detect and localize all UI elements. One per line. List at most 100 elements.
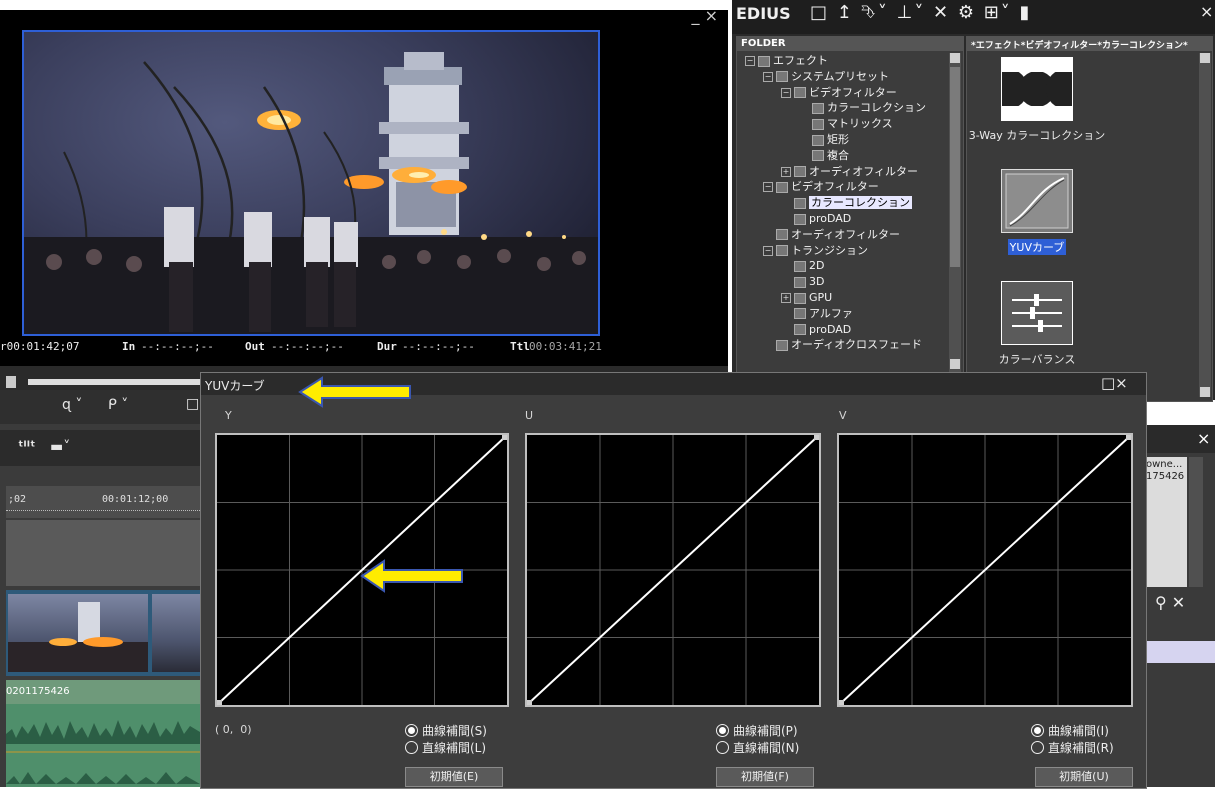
- scroll-down-icon[interactable]: [950, 359, 960, 369]
- side-list[interactable]: owne... 175426: [1145, 457, 1187, 587]
- curve-graph-u[interactable]: [525, 433, 821, 707]
- effects-scrollbar[interactable]: [1199, 53, 1211, 397]
- tree-item-label: エフェクト: [773, 54, 828, 67]
- tree-item[interactable]: オーディオフィルター: [763, 227, 900, 243]
- u-reset-button[interactable]: 初期値(F): [716, 767, 814, 787]
- scroll-down-icon[interactable]: [1200, 387, 1210, 397]
- scroll-thumb[interactable]: [950, 67, 960, 267]
- curve-icon: [1001, 169, 1073, 233]
- tree-item[interactable]: + GPU: [781, 290, 832, 306]
- tree-item[interactable]: アルファ: [781, 306, 853, 322]
- collapse-icon[interactable]: −: [763, 71, 773, 82]
- effect-3way[interactable]: 3-Way カラーコレクション: [967, 57, 1107, 143]
- folder-icon: [794, 87, 806, 99]
- collapse-icon[interactable]: −: [763, 245, 773, 256]
- side-selection-bar[interactable]: [1145, 641, 1215, 663]
- tree-item[interactable]: 矩形: [799, 132, 849, 148]
- ttl-label: Ttl: [510, 340, 530, 353]
- timeline-panel: ɋ ˅ ᑭ ˅ □ ᵗᴵᴵᵗ ▬˅ ;02 00:01:12;00 020117…: [0, 390, 200, 787]
- tree-item[interactable]: + オーディオフィルター: [781, 164, 918, 180]
- mixer-icon[interactable]: ᵗᴵᴵᵗ: [18, 439, 35, 455]
- bin-toolbar-icons[interactable]: □ ↥ ⮷˅ ⊥˅ ✕ ⚙ ⊞˅ ▮: [810, 2, 1031, 23]
- curve-control-point: [814, 434, 820, 440]
- tree-item[interactable]: カラーコレクション: [781, 195, 912, 211]
- radio-selected-icon: [716, 724, 729, 737]
- timeline-toolbar-1: ɋ ˅ ᑭ ˅ □: [0, 390, 200, 424]
- side-panel-icons[interactable]: ⚲ ✕: [1155, 593, 1185, 612]
- dialog-window-controls[interactable]: □×: [1101, 374, 1128, 392]
- tree-item[interactable]: − エフェクト: [745, 53, 828, 69]
- mark-out-icon[interactable]: ᑭ ˅: [108, 397, 128, 413]
- y-linear-radio[interactable]: 直線補間(L): [405, 739, 486, 756]
- effects-path-header: *エフェクト*ビデオフィルター*カラーコレクション*: [967, 37, 1212, 51]
- v-curve-radio[interactable]: 曲線補間(I): [1031, 722, 1109, 739]
- close-icon[interactable]: ×: [1197, 429, 1210, 448]
- window-icon[interactable]: □: [186, 396, 199, 412]
- id-text: 175426: [1146, 471, 1185, 482]
- tree-item-label: 3D: [809, 275, 825, 289]
- tree-item[interactable]: 2D: [781, 258, 824, 274]
- folder-icon: [794, 197, 806, 209]
- timeline-ruler[interactable]: ;02 00:01:12;00: [6, 486, 200, 518]
- tree-item[interactable]: − トランジション: [763, 243, 868, 259]
- close-icon[interactable]: ×: [1200, 2, 1213, 21]
- tree-item[interactable]: マトリックス: [799, 116, 893, 132]
- tree-item[interactable]: オーディオクロスフェード: [763, 337, 922, 353]
- tree-item-label: オーディオフィルター: [809, 164, 919, 178]
- player-window-controls[interactable]: _ ×: [692, 6, 719, 25]
- tree-item[interactable]: − ビデオフィルター: [763, 179, 879, 195]
- info-side-panel: × owne... 175426 ⚲ ✕: [1145, 425, 1215, 787]
- curve-control-point: [838, 700, 844, 706]
- u-linear-radio[interactable]: 直線補間(N): [716, 739, 799, 756]
- folder-icon: [794, 166, 806, 178]
- annotation-arrow-icon: [360, 559, 463, 593]
- tree-item-label: アルファ: [809, 306, 853, 320]
- tree-item[interactable]: − システムプリセット: [763, 69, 889, 85]
- scroll-up-icon[interactable]: [950, 53, 960, 63]
- tree-item[interactable]: proDAD: [781, 211, 851, 227]
- effect-yuv-curve[interactable]: YUVカーブ: [967, 169, 1107, 255]
- dur-label: Dur: [377, 340, 397, 353]
- tree-item[interactable]: proDAD: [781, 322, 851, 338]
- clip-thumbnail: [152, 594, 200, 672]
- audio-waveform[interactable]: [6, 704, 200, 787]
- folder-icon: [794, 213, 806, 225]
- y-reset-button[interactable]: 初期値(E): [405, 767, 503, 787]
- tree-item[interactable]: 3D: [781, 274, 824, 290]
- folder-icon: [812, 134, 824, 146]
- folder-icon: [776, 339, 788, 351]
- three-way-icon: [988, 57, 1086, 121]
- radio-empty-icon: [405, 741, 418, 754]
- tree-item-label: ビデオフィルター: [809, 85, 897, 99]
- collapse-icon[interactable]: −: [745, 56, 755, 66]
- side-scrollbar[interactable]: [1189, 457, 1203, 587]
- v-linear-radio[interactable]: 直線補間(R): [1031, 739, 1114, 756]
- curve-control-point: [526, 700, 532, 706]
- tree-item-label: カラーコレクション: [827, 101, 926, 115]
- expand-icon[interactable]: +: [781, 293, 791, 303]
- collapse-icon[interactable]: −: [763, 182, 773, 193]
- collapse-icon[interactable]: −: [781, 87, 791, 98]
- scrub-start-marker[interactable]: [6, 376, 16, 388]
- sequence-menu-icon[interactable]: ▬˅: [50, 439, 70, 455]
- folder-icon: [812, 102, 824, 114]
- v-reset-button[interactable]: 初期値(U): [1035, 767, 1133, 787]
- y-curve-radio[interactable]: 曲線補間(S): [405, 722, 487, 739]
- empty-track[interactable]: [6, 520, 200, 586]
- tree-item[interactable]: カラーコレクション: [799, 100, 926, 116]
- bin-panel: EDIUS □ ↥ ⮷˅ ⊥˅ ✕ ⚙ ⊞˅ ▮ × FOLDER − エフェクト…: [732, 0, 1215, 402]
- folder-icon: [776, 229, 788, 241]
- tree-item[interactable]: 複合: [799, 148, 849, 164]
- current-timecode: r00:01:42;07: [0, 340, 80, 353]
- tree-item[interactable]: − ビデオフィルター: [781, 85, 897, 101]
- folder-scrollbar[interactable]: [949, 53, 961, 373]
- effect-color-balance[interactable]: カラーバランス: [967, 281, 1107, 367]
- video-track-clip[interactable]: [6, 590, 200, 676]
- mark-in-icon[interactable]: ɋ ˅: [62, 397, 82, 413]
- sliders-icon: [1001, 281, 1073, 345]
- u-curve-radio[interactable]: 曲線補間(P): [716, 722, 798, 739]
- curve-control-point: [502, 434, 508, 440]
- scroll-up-icon[interactable]: [1200, 53, 1210, 63]
- curve-graph-v[interactable]: [837, 433, 1133, 707]
- expand-icon[interactable]: +: [781, 166, 791, 177]
